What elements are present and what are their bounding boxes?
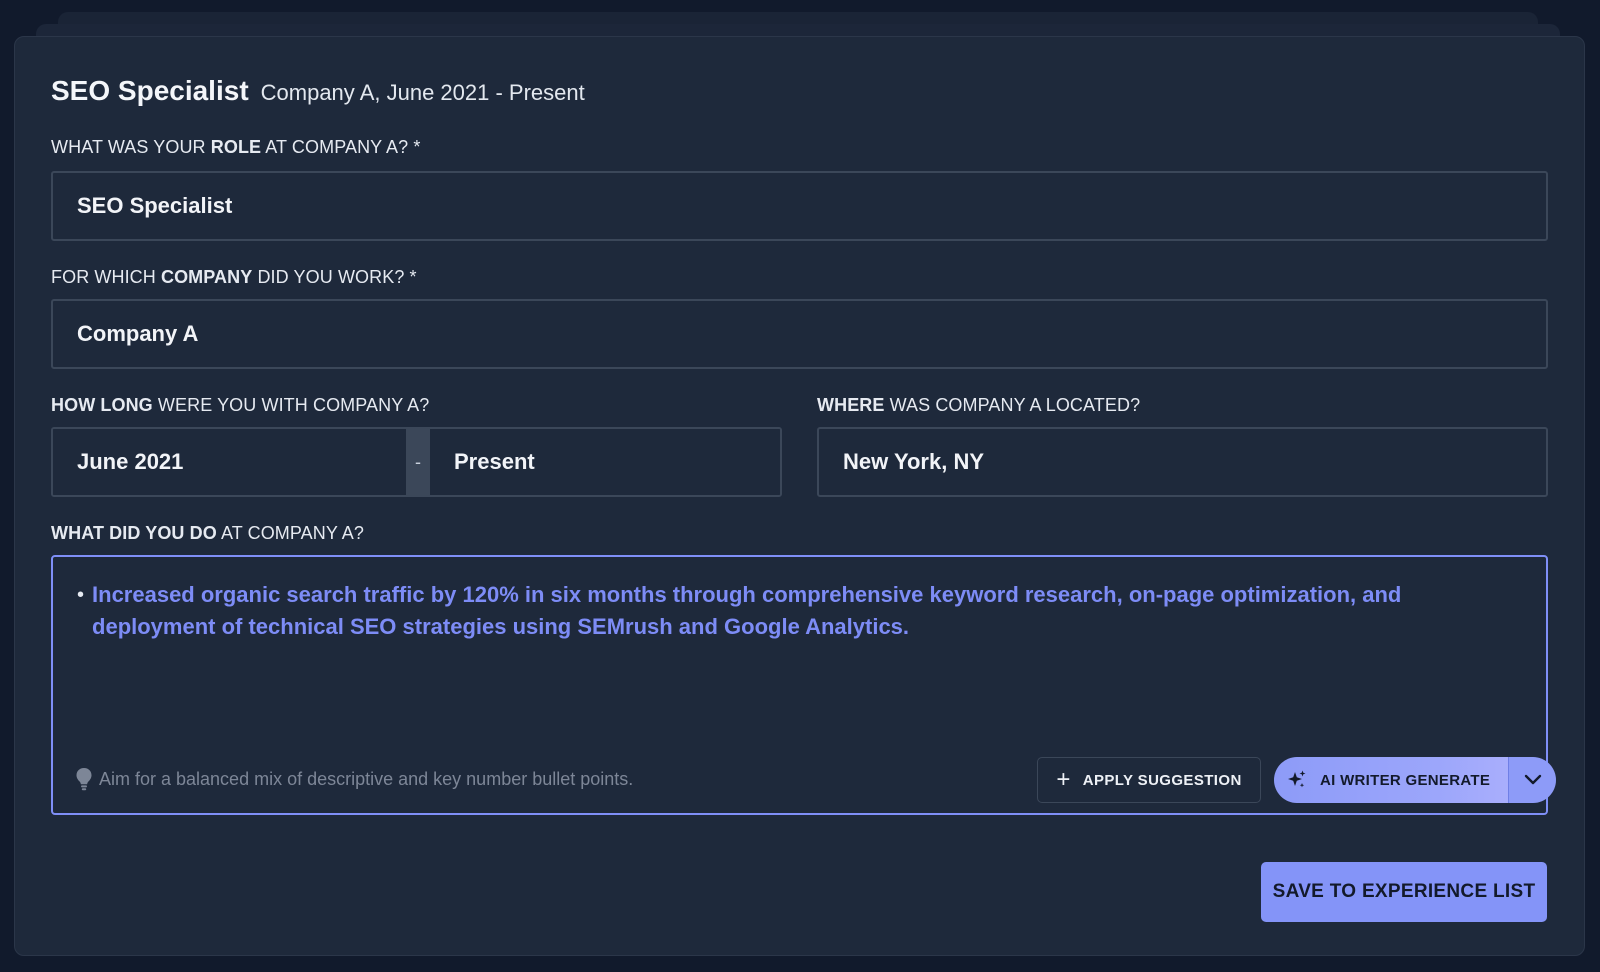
ai-writer-button-group: AI WRITER GENERATE — [1274, 757, 1556, 803]
duration-label: HOW LONG WERE YOU WITH COMPANY A? — [51, 395, 430, 415]
ai-writer-generate-button[interactable]: AI WRITER GENERATE — [1274, 757, 1508, 803]
role-label: WHAT WAS YOUR ROLE AT COMPANY A? * — [51, 137, 421, 157]
sparkle-icon — [1288, 770, 1306, 788]
company-label: FOR WHICH COMPANY DID YOU WORK? * — [51, 267, 417, 287]
plus-icon: + — [1056, 766, 1071, 793]
writing-hint: Aim for a balanced mix of descriptive an… — [75, 767, 633, 791]
save-to-experience-list-button[interactable]: SAVE TO EXPERIENCE LIST — [1261, 862, 1547, 922]
header-subtitle: Company A, June 2021 - Present — [260, 80, 585, 105]
chevron-down-icon — [1524, 774, 1541, 785]
description-label: WHAT DID YOU DO AT COMPANY A? — [51, 523, 364, 543]
role-input[interactable]: SEO Specialist — [51, 171, 1548, 241]
duration-range: June 2021 - Present — [51, 427, 782, 497]
bullet-item: • Increased organic search traffic by 12… — [77, 579, 1507, 643]
date-separator: - — [406, 429, 430, 495]
suggested-bullet-text: Increased organic search traffic by 120%… — [92, 582, 1402, 639]
company-input[interactable]: Company A — [51, 299, 1548, 369]
start-date-input[interactable]: June 2021 — [53, 429, 406, 495]
description-textarea[interactable]: • Increased organic search traffic by 12… — [51, 555, 1556, 815]
location-input[interactable]: New York, NY — [817, 427, 1548, 497]
ai-writer-options-dropdown[interactable] — [1508, 757, 1556, 803]
header-title: SEO Specialist — [51, 75, 249, 106]
experience-form-card: SEO Specialist Company A, June 2021 - Pr… — [14, 36, 1585, 956]
end-date-input[interactable]: Present — [430, 429, 780, 495]
bullet-dot: • — [77, 584, 85, 606]
lightbulb-icon — [76, 768, 92, 791]
location-label: WHERE WAS COMPANY A LOCATED? — [817, 395, 1141, 415]
apply-suggestion-button[interactable]: + APPLY SUGGESTION — [1037, 757, 1261, 803]
form-header: SEO Specialist Company A, June 2021 - Pr… — [51, 75, 585, 107]
